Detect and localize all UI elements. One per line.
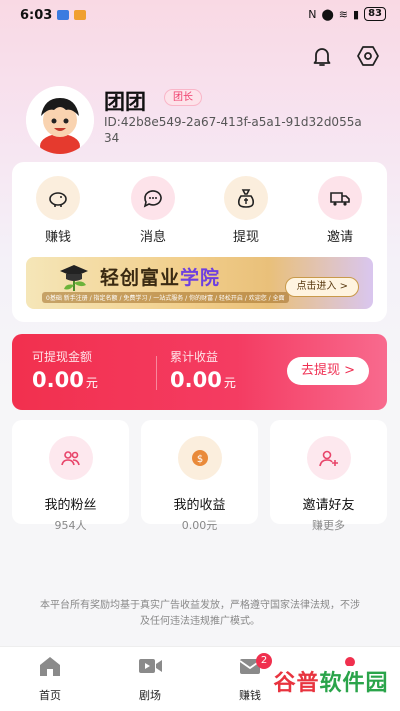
location-icon: ⬤ (321, 7, 334, 21)
coin-icon: $ (177, 436, 222, 480)
user-id: ID:42b8e549-2a67-413f-a5a1-91d32d055a34 (104, 115, 362, 145)
nfc-icon: N (308, 7, 317, 21)
settings-icon[interactable] (356, 44, 380, 68)
stat-value: 0.00元 (181, 519, 218, 532)
menu-item-invite[interactable]: 邀请 (310, 176, 370, 245)
role-badge: 团长 (164, 89, 202, 106)
banner-title: 轻创富业学院 (100, 263, 220, 290)
total-earnings-label: 累计收益 (170, 350, 219, 364)
menu-label: 提现 (232, 230, 259, 245)
nav-label: 首页 (39, 689, 61, 702)
stat-value: 954人 (54, 519, 87, 532)
watermark-part1: 谷普 (273, 671, 320, 696)
notification-badge: 2 (256, 653, 272, 669)
truck-icon (318, 176, 362, 220)
watermark-part2: 软件园 (319, 671, 389, 696)
nav-item-theater[interactable]: 剧场 (120, 655, 180, 703)
menu-card: 赚钱 消息 提现 邀请 轻创富业学院 0基础 新手注册 / 指定名额 / 免费学… (12, 162, 387, 322)
menu-item-withdraw[interactable]: 提现 (216, 176, 276, 245)
disclaimer-text: 本平台所有奖励均基于真实广告收益发放，严格遵守国家法律法规，不涉及任何违法违规推… (40, 600, 360, 627)
currency-unit: 元 (85, 376, 98, 390)
nav-item-home[interactable]: 首页 (20, 655, 80, 703)
menu-item-messages[interactable]: 消息 (123, 176, 183, 245)
banner-title-accent: 学院 (180, 267, 221, 289)
home-icon (40, 657, 60, 676)
money-bag-icon (224, 176, 268, 220)
fans-icon (48, 436, 93, 480)
status-time: 6:03 (20, 8, 53, 23)
notification-app-icon (74, 10, 86, 20)
total-earnings-amount: 0.00 元 (170, 368, 236, 392)
banner-title-main: 轻创富业 (100, 267, 181, 289)
watermark-logo: 谷普软件园 (272, 666, 390, 702)
stat-card-earnings[interactable]: $ 我的收益 0.00元 (141, 420, 258, 532)
stat-label: 邀请好友 (302, 498, 355, 513)
withdrawable-label: 可提现金额 (32, 350, 93, 364)
status-indicators: N ⬤ ≋ ▮ 83 (308, 7, 386, 21)
nav-label: 剧场 (139, 689, 161, 702)
divider (156, 356, 157, 390)
earnings-card: 可提现金额 0.00 元 累计收益 0.00 元 去提现 > (12, 334, 387, 410)
chat-bubble-icon (131, 176, 175, 220)
video-icon (139, 659, 162, 673)
bell-icon[interactable] (310, 44, 334, 68)
signal-icon: ▮ (353, 7, 360, 21)
withdrawable-value: 0.00 (32, 368, 84, 392)
notification-app-icon (57, 10, 69, 20)
menu-item-earn[interactable]: 赚钱 (28, 176, 88, 245)
svg-text:$: $ (196, 454, 202, 465)
battery-indicator: 83 (364, 7, 386, 21)
piggy-bank-icon (36, 176, 80, 220)
avatar[interactable] (26, 86, 94, 154)
academy-banner[interactable]: 轻创富业学院 0基础 新手注册 / 指定名额 / 免费学习 / 一站式服务 / … (26, 257, 373, 309)
nav-label: 赚钱 (239, 689, 261, 702)
withdrawable-amount: 0.00 元 (32, 368, 98, 392)
add-friend-icon (306, 436, 351, 480)
stat-value: 赚更多 (312, 519, 345, 532)
graduation-cap-icon (60, 265, 88, 291)
wifi-icon: ≋ (338, 7, 349, 21)
status-bar: 6:03 N ⬤ ≋ ▮ 83 (0, 0, 400, 30)
withdraw-button[interactable]: 去提现 > (286, 357, 369, 385)
stat-card-invite[interactable]: 邀请好友 赚更多 (270, 420, 387, 532)
menu-label: 赚钱 (44, 230, 71, 245)
stat-label: 我的收益 (173, 498, 226, 513)
avatar-image (26, 86, 94, 154)
currency-unit: 元 (223, 376, 236, 390)
nav-item-earn[interactable]: 2 赚钱 (220, 653, 280, 703)
total-earnings-value: 0.00 (170, 368, 222, 392)
username: 团团 (104, 90, 146, 114)
menu-label: 邀请 (326, 230, 353, 245)
banner-subtitle: 0基础 新手注册 / 指定名额 / 免费学习 / 一站式服务 / 你的财富 / … (42, 292, 289, 303)
stat-label: 我的粉丝 (44, 498, 97, 513)
menu-label: 消息 (139, 230, 166, 245)
stat-card-fans[interactable]: 我的粉丝 954人 (12, 420, 129, 532)
banner-enter-button[interactable]: 点击进入 > (285, 277, 359, 297)
